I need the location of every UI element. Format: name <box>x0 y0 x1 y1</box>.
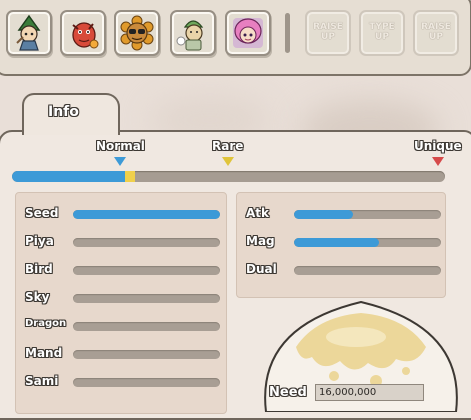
character-slot-4[interactable] <box>170 10 216 56</box>
character-slot-1[interactable] <box>6 10 52 56</box>
grade-marker-normal-icon <box>114 157 126 166</box>
locked-slot-3: RAISE UP <box>413 10 459 56</box>
stat-label-dragon: Dragon <box>25 318 67 329</box>
red-dragon-character-icon <box>72 22 99 49</box>
stat-label-sami: Sami <box>25 374 59 388</box>
stat-label-mand: Mand <box>25 346 63 360</box>
stat-label-bird: Bird <box>25 262 53 276</box>
stat-row-bird: Bird <box>25 262 220 280</box>
stat-bar-fill <box>294 238 380 247</box>
stat-bar-dual <box>294 266 441 275</box>
locked-slot-2: TYPE UP <box>359 10 405 56</box>
stat-label-dual: Dual <box>246 262 277 276</box>
sunglasses-sunflower-character-icon <box>120 15 154 51</box>
stat-bar-mand <box>73 350 220 359</box>
green-cap-character-icon <box>176 20 204 51</box>
need-value-field: 16,000,000 <box>315 384 424 401</box>
stat-label-sky: Sky <box>25 290 50 304</box>
stat-row-seed: Seed <box>25 206 220 224</box>
stat-label-piya: Piya <box>25 234 54 248</box>
grade-marker-unique-icon <box>432 157 444 166</box>
stat-row-dual: Dual <box>246 262 441 280</box>
pink-hair-character-icon <box>233 18 263 48</box>
locked-slot-1: RAISE UP <box>305 10 351 56</box>
stat-bar-seed <box>73 210 220 219</box>
stat-bar-mag <box>294 238 441 247</box>
stat-row-dragon: Dragon <box>25 318 220 336</box>
stat-bar-piya <box>73 238 220 247</box>
grade-progress-bar <box>12 171 445 182</box>
grade-progress-gain <box>124 171 136 182</box>
grade-label-rare: Rare <box>212 139 244 153</box>
toolbar-divider <box>285 13 290 53</box>
stat-bar-fill <box>294 210 353 219</box>
stat-bar-sky <box>73 294 220 303</box>
stat-row-mag: Mag <box>246 234 441 252</box>
stat-bar-bird <box>73 266 220 275</box>
stat-row-piya: Piya <box>25 234 220 252</box>
green-hood-character-icon <box>16 14 41 51</box>
stat-row-sami: Sami <box>25 374 220 392</box>
stat-label-seed: Seed <box>25 206 59 220</box>
stat-bar-fill <box>73 210 220 219</box>
need-label: Need <box>269 385 307 400</box>
tab-info-label: Info <box>48 104 79 120</box>
grade-progress-fill <box>12 171 125 182</box>
character-slot-5[interactable] <box>225 10 271 56</box>
stat-bar-dragon <box>73 322 220 331</box>
grade-marker-rare-icon <box>222 157 234 166</box>
stat-row-mand: Mand <box>25 346 220 364</box>
stat-label-atk: Atk <box>246 206 270 220</box>
character-slot-3[interactable] <box>114 10 160 56</box>
stat-bar-sami <box>73 378 220 387</box>
grade-label-normal: Normal <box>96 139 145 153</box>
stat-row-sky: Sky <box>25 290 220 308</box>
locked-slot-label: TYPE UP <box>369 22 395 42</box>
stat-bar-atk <box>294 210 441 219</box>
stat-label-mag: Mag <box>246 234 275 248</box>
character-slot-2[interactable] <box>60 10 106 56</box>
locked-slot-label: RAISE UP <box>313 22 343 42</box>
stat-row-atk: Atk <box>246 206 441 224</box>
grade-label-unique: Unique <box>414 139 462 153</box>
locked-slot-label: RAISE UP <box>421 22 451 42</box>
